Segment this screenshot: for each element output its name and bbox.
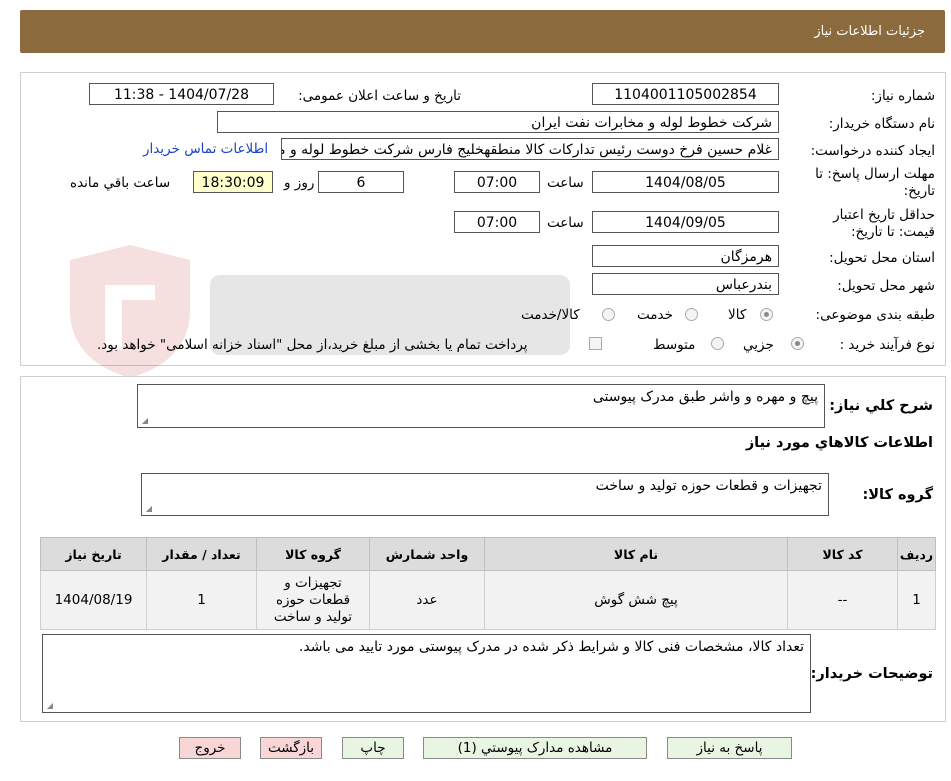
remaining-label: ساعت باقي مانده bbox=[70, 175, 171, 191]
buyer-field: شرکت خطوط لوله و مخابرات نفت ایران bbox=[217, 111, 779, 133]
buyer-notes-text: تعداد کالا، مشخصات فنی کالا و شرایط ذکر … bbox=[298, 639, 804, 655]
buyer-notes-textarea: تعداد کالا، مشخصات فنی کالا و شرایط ذکر … bbox=[42, 634, 811, 713]
print-button[interactable]: چاپ bbox=[342, 737, 404, 759]
cell-quantity: 1 bbox=[146, 570, 257, 630]
buyer-notes-label: توضیحات خریدار: bbox=[810, 666, 933, 682]
category-option-goods: کالا bbox=[728, 307, 747, 323]
deadline-label-line2: تاریخ: bbox=[903, 183, 935, 199]
col-header-quantity: تعداد / مقدار bbox=[146, 537, 257, 571]
city-label: شهر محل تحویل: bbox=[837, 278, 935, 294]
description-label: شرح کلي نياز: bbox=[829, 398, 933, 414]
cell-unit: عدد bbox=[369, 570, 485, 630]
view-attachments-button[interactable]: مشاهده مدارک پیوستي (1) bbox=[423, 737, 647, 759]
buyer-label: نام دستگاه خریدار: bbox=[828, 116, 935, 132]
description-textarea: پیچ و مهره و واشر طبق مدرک پیوستی ◢ bbox=[137, 384, 825, 428]
treasury-payment-checkbox[interactable] bbox=[589, 337, 602, 350]
need-number-label: شماره نیاز: bbox=[870, 88, 935, 104]
creator-field: غلام حسین فرخ دوست رئیس تدارکات کالا منط… bbox=[281, 138, 779, 160]
table-row: 1 -- پیچ شش گوش عدد تجهیزات و قطعات حوزه… bbox=[40, 570, 936, 630]
process-option-medium: متوسط bbox=[653, 337, 696, 353]
page-header: جزئیات اطلاعات نیاز bbox=[20, 10, 945, 53]
cell-need-date: 1404/08/19 bbox=[40, 570, 147, 630]
col-header-unit: واحد شمارش bbox=[369, 537, 485, 571]
description-text: پیچ و مهره و واشر طبق مدرک پیوستی bbox=[592, 389, 818, 405]
announce-label: تاریخ و ساعت اعلان عمومی: bbox=[298, 88, 461, 104]
resize-grip-icon[interactable]: ◢ bbox=[45, 702, 53, 710]
goods-group-text: تجهیزات و قطعات حوزه تولید و ساخت bbox=[595, 478, 822, 494]
treasury-payment-note: پرداخت تمام یا بخشی از مبلغ خرید،از محل … bbox=[97, 337, 528, 353]
deadline-date-field: 1404/08/05 bbox=[592, 171, 779, 193]
deadline-label-line1: مهلت ارسال پاسخ: تا bbox=[815, 166, 935, 182]
resize-grip-icon[interactable]: ◢ bbox=[140, 417, 148, 425]
resize-grip-icon[interactable]: ◢ bbox=[144, 505, 152, 513]
creator-label: ایجاد کننده درخواست: bbox=[810, 143, 935, 159]
process-radio-minor[interactable] bbox=[791, 337, 804, 350]
category-radio-goods-service[interactable] bbox=[602, 308, 615, 321]
deadline-time-label: ساعت bbox=[547, 175, 584, 191]
goods-section-title: اطلاعات کالاهاي مورد نياز bbox=[745, 435, 933, 451]
validity-time-label: ساعت bbox=[547, 215, 584, 231]
cell-goods-group: تجهیزات و قطعات حوزه تولید و ساخت bbox=[256, 570, 370, 630]
process-label: نوع فرآیند خرید : bbox=[839, 337, 935, 353]
province-field: هرمزگان bbox=[592, 245, 779, 267]
province-label: استان محل تحویل: bbox=[829, 250, 935, 266]
category-label: طبقه بندی موضوعی: bbox=[815, 307, 935, 323]
deadline-time-field: 07:00 bbox=[454, 171, 540, 193]
cell-row-number: 1 bbox=[897, 570, 936, 630]
col-header-need-date: تاریخ نیاز bbox=[40, 537, 147, 571]
remaining-days-field: 6 bbox=[318, 171, 404, 193]
category-option-goods-service: کالا/خدمت bbox=[521, 307, 580, 323]
col-header-goods-group: گروه کالا bbox=[256, 537, 370, 571]
col-header-row-number: ردیف bbox=[897, 537, 936, 571]
need-number-field: 1104001105002854 bbox=[592, 83, 779, 105]
reply-button[interactable]: پاسخ به نیاز bbox=[667, 737, 792, 759]
col-header-goods-code: کد کالا bbox=[787, 537, 898, 571]
validity-label-line1: حداقل تاریخ اعتبار bbox=[833, 207, 935, 223]
cell-goods-name: پیچ شش گوش bbox=[484, 570, 788, 630]
goods-group-label: گروه کالا: bbox=[862, 487, 933, 503]
buyer-contact-link[interactable]: اطلاعات تماس خریدار bbox=[143, 141, 268, 157]
remaining-time-field: 18:30:09 bbox=[193, 171, 273, 193]
announce-datetime-field: 1404/07/28 - 11:38 bbox=[89, 83, 274, 105]
goods-table: ردیف کد کالا نام کالا واحد شمارش گروه کا… bbox=[40, 537, 936, 630]
validity-time-field: 07:00 bbox=[454, 211, 540, 233]
page-title: جزئیات اطلاعات نیاز bbox=[814, 24, 925, 39]
category-radio-service[interactable] bbox=[685, 308, 698, 321]
exit-button[interactable]: خروج bbox=[179, 737, 241, 759]
city-field: بندرعباس bbox=[592, 273, 779, 295]
days-label: روز و bbox=[284, 175, 315, 191]
category-option-service: خدمت bbox=[637, 307, 673, 323]
process-radio-medium[interactable] bbox=[711, 337, 724, 350]
cell-goods-code: -- bbox=[787, 570, 898, 630]
goods-group-textarea: تجهیزات و قطعات حوزه تولید و ساخت ◢ bbox=[141, 473, 829, 516]
col-header-goods-name: نام کالا bbox=[484, 537, 788, 571]
process-option-minor: جزیي bbox=[743, 337, 774, 353]
validity-date-field: 1404/09/05 bbox=[592, 211, 779, 233]
validity-label-line2: قیمت: تا تاریخ: bbox=[851, 224, 935, 240]
category-radio-goods[interactable] bbox=[760, 308, 773, 321]
table-header-row: ردیف کد کالا نام کالا واحد شمارش گروه کا… bbox=[40, 537, 936, 571]
back-button[interactable]: بازگشت bbox=[260, 737, 322, 759]
